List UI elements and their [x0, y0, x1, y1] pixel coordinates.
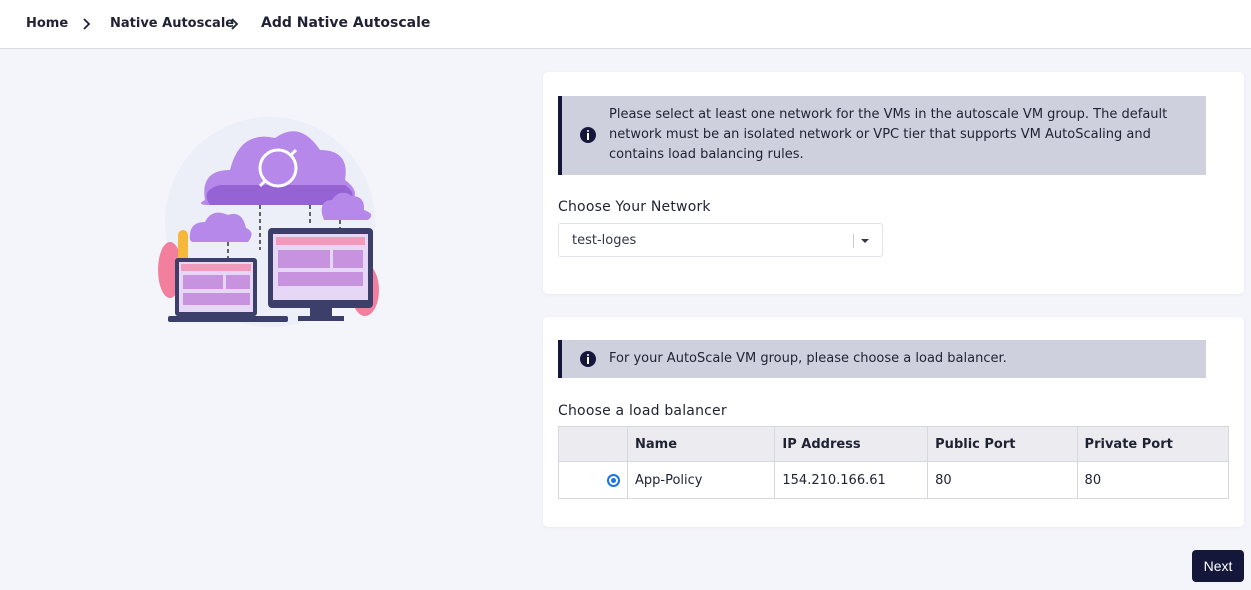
col-public-port: Public Port: [927, 426, 1078, 462]
chevron-right-icon: [231, 18, 239, 30]
lb-ip: 154.210.166.61: [774, 461, 929, 499]
lb-name: App-Policy: [626, 461, 776, 499]
cloud-sync-illustration: [158, 117, 379, 327]
lb-info-text: For your AutoScale VM group, please choo…: [609, 351, 1007, 366]
lb-radio-selected[interactable]: [607, 473, 620, 487]
choose-lb-label: Choose a load balancer: [558, 403, 727, 419]
choose-network-label: Choose Your Network: [558, 199, 711, 215]
caret-down-icon[interactable]: [861, 239, 869, 243]
network-info-text: Please select at least one network for t…: [609, 107, 1168, 162]
col-name: Name: [626, 426, 776, 462]
load-balancer-table: Name IP Address Public Port Private Port…: [558, 426, 1230, 499]
next-button[interactable]: Next: [1192, 550, 1244, 582]
load-balancer-card: For your AutoScale VM group, please choo…: [543, 317, 1244, 527]
table-header-row: Name IP Address Public Port Private Port: [558, 426, 1230, 462]
network-select-value: test-loges: [572, 233, 637, 248]
col-ip-address: IP Address: [774, 426, 929, 462]
select-separator: [853, 234, 854, 248]
network-info-alert: Please select at least one network for t…: [558, 96, 1206, 175]
col-private-port: Private Port: [1076, 426, 1230, 462]
network-card: Please select at least one network for t…: [543, 72, 1244, 294]
lb-public-port: 80: [927, 461, 1078, 499]
breadcrumb-home[interactable]: Home: [26, 16, 68, 31]
chevron-right-icon: [83, 18, 91, 30]
network-select[interactable]: test-loges: [558, 223, 883, 257]
lb-info-alert: For your AutoScale VM group, please choo…: [558, 340, 1206, 378]
top-bar: Home Native Autoscale Add Native Autosca…: [0, 0, 1251, 49]
breadcrumb-current: Add Native Autoscale: [261, 15, 431, 31]
breadcrumb-native-autoscale[interactable]: Native Autoscale: [110, 16, 234, 31]
row-radio-cell: [558, 461, 628, 499]
lb-private-port: 80: [1076, 461, 1230, 499]
col-select: [558, 426, 628, 462]
info-icon: [580, 351, 596, 367]
info-icon: [580, 127, 596, 143]
table-row[interactable]: App-Policy 154.210.166.61 80 80: [558, 461, 1230, 499]
